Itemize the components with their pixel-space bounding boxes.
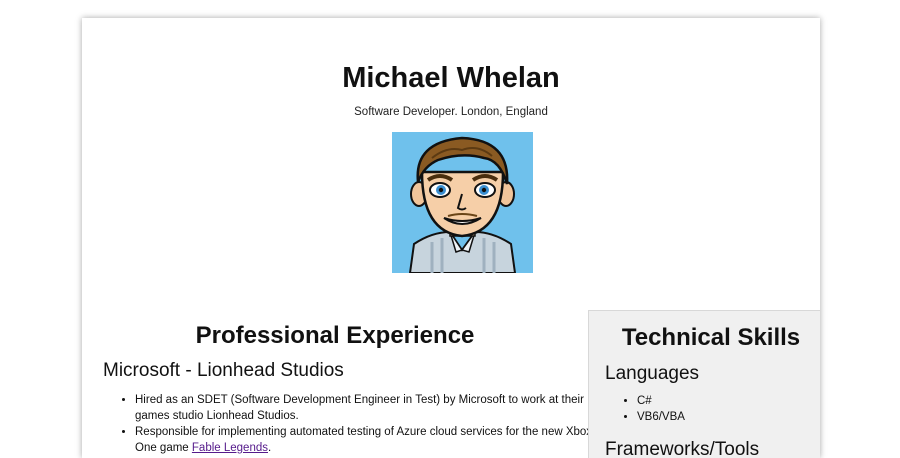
- list-item: C#: [637, 393, 685, 409]
- skills-title: Technical Skills: [621, 324, 801, 351]
- link-suffix: .: [268, 442, 272, 454]
- languages-heading: Languages: [605, 363, 700, 384]
- frameworks-heading: Frameworks/Tools: [605, 439, 760, 458]
- list-item: Responsible for implementing automated t…: [135, 424, 595, 456]
- page-title: Michael Whelan: [342, 62, 560, 94]
- experience-section: Professional Experience Microsoft - Lion…: [82, 310, 592, 458]
- languages-list: C# VB6/VBA: [605, 393, 685, 425]
- experience-list: Hired as an SDET (Software Development E…: [103, 392, 595, 456]
- skills-section: Technical Skills Languages C# VB6/VBA Fr…: [588, 310, 820, 458]
- resume-page: Michael Whelan Software Developer. Londo…: [82, 18, 820, 458]
- subtitle: Software Developer. London, England: [354, 106, 548, 118]
- list-item: VB6/VBA: [637, 409, 685, 425]
- fable-legends-link[interactable]: Fable Legends: [192, 442, 268, 454]
- list-item: Hired as an SDET (Software Development E…: [135, 392, 595, 424]
- company-heading: Microsoft - Lionhead Studios: [103, 360, 344, 381]
- cartoon-avatar-icon: [392, 132, 533, 273]
- experience-title: Professional Experience: [195, 322, 475, 349]
